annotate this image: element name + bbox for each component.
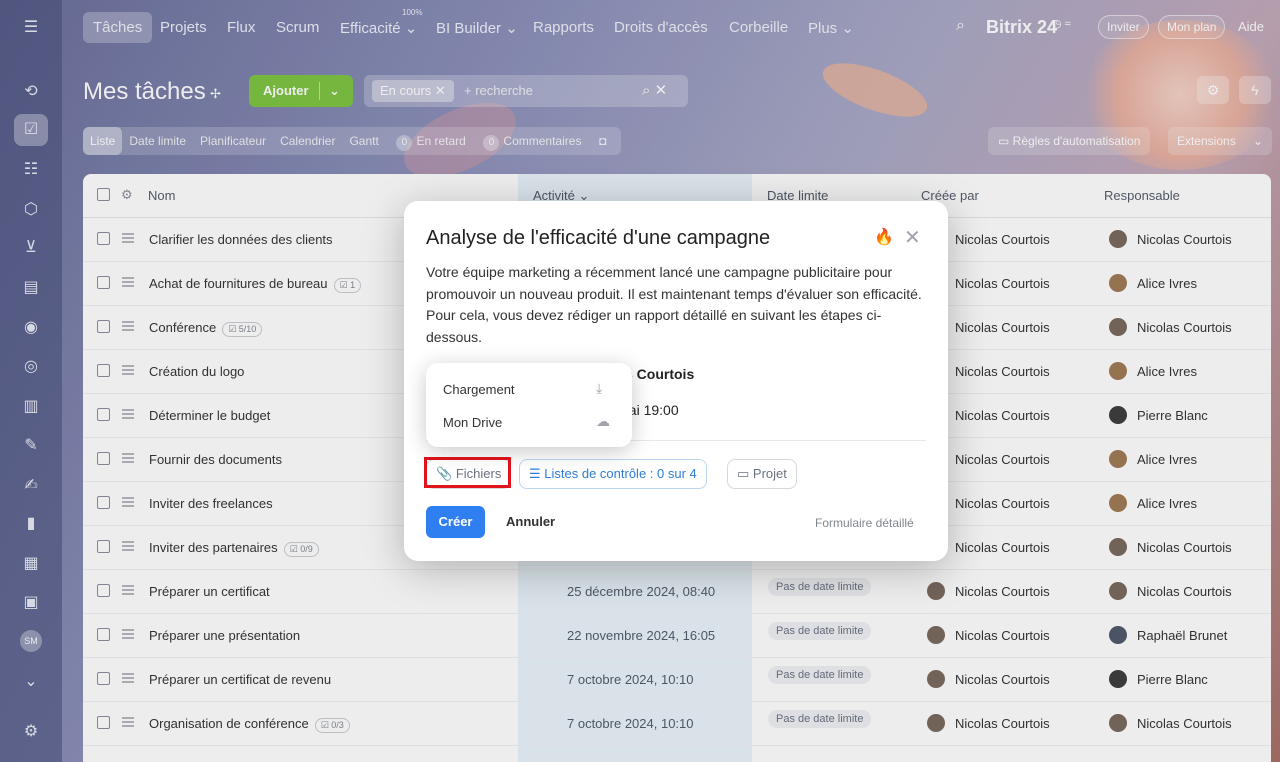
project-button[interactable]: ▭ Projet — [727, 459, 797, 489]
responsible-person[interactable]: s Courtois — [625, 366, 694, 382]
my-drive-option[interactable]: Mon Drive — [443, 415, 502, 430]
upload-option[interactable]: Chargement — [443, 382, 515, 397]
modal-title[interactable]: Analyse de l'efficacité d'une campagne — [426, 227, 770, 250]
download-icon[interactable]: ⤓ — [596, 380, 602, 397]
modal-description[interactable]: Votre équipe marketing a récemment lancé… — [426, 262, 926, 348]
fire-icon[interactable]: 🔥 — [874, 227, 894, 247]
cancel-button[interactable]: Annuler — [506, 514, 555, 529]
close-icon[interactable]: ✕ — [904, 225, 921, 250]
detailed-form-link[interactable]: Formulaire détaillé — [815, 516, 914, 530]
files-upload-menu: Chargement ⤓ Mon Drive ☁ — [426, 363, 632, 447]
checklist-button[interactable]: ☰ Listes de contrôle : 0 sur 4 — [519, 459, 707, 489]
create-button[interactable]: Créer — [426, 506, 485, 538]
cloud-upload-icon[interactable]: ☁ — [596, 413, 610, 430]
files-highlight-frame — [424, 457, 511, 488]
